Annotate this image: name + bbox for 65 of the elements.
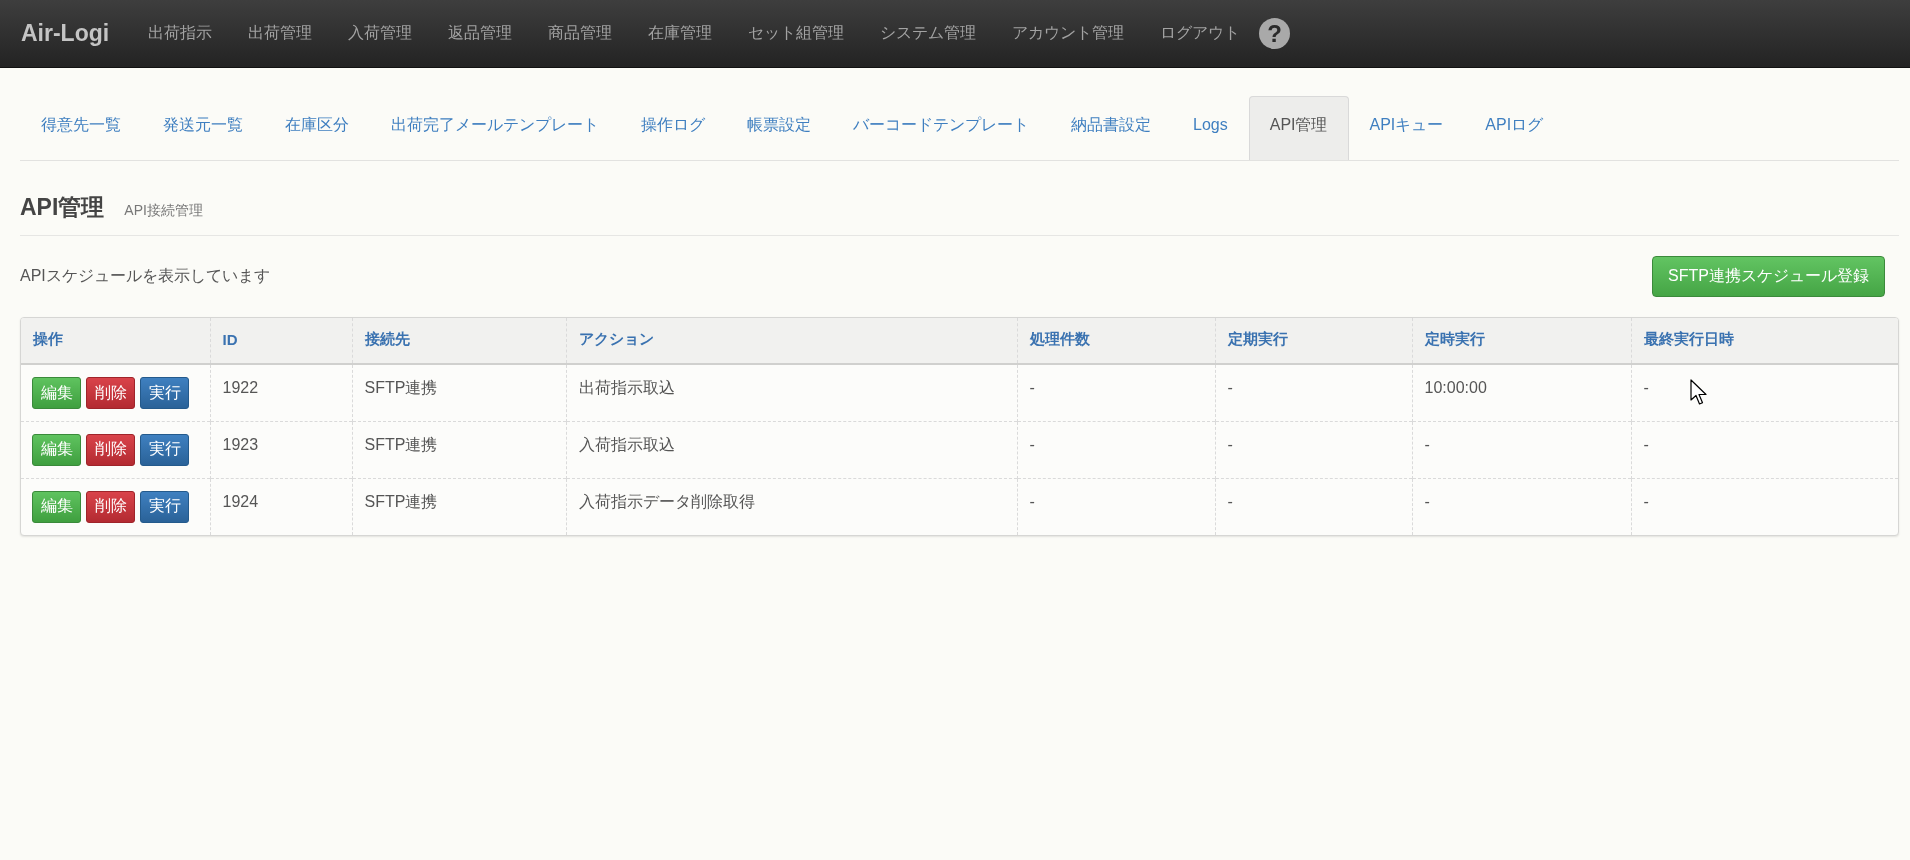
table-cell: SFTP連携 xyxy=(352,421,566,478)
delete-button[interactable]: 削除 xyxy=(86,490,135,523)
table-cell: - xyxy=(1631,421,1898,478)
table-cell: - xyxy=(1017,364,1215,421)
tab[interactable]: API管理 xyxy=(1248,96,1349,160)
tab[interactable]: APIログ xyxy=(1464,96,1565,160)
nav-link[interactable]: アカウント管理 xyxy=(994,23,1143,44)
nav-link[interactable]: 出荷管理 xyxy=(230,23,331,44)
tab[interactable]: 納品書設定 xyxy=(1050,96,1172,160)
table-cell: 出荷指示取込 xyxy=(566,364,1017,421)
column-header: アクション xyxy=(566,318,1017,364)
page-subtitle: API接続管理 xyxy=(124,202,203,220)
table-cell: SFTP連携 xyxy=(352,364,566,421)
help-button[interactable]: ? xyxy=(1259,18,1291,49)
column-header: 処理件数 xyxy=(1017,318,1215,364)
nav-link[interactable]: 出荷指示 xyxy=(130,23,231,44)
delete-button[interactable]: 削除 xyxy=(86,377,135,409)
table-cell: 1922 xyxy=(210,364,352,421)
nav-link[interactable]: 在庫管理 xyxy=(630,23,731,44)
tab[interactable]: 得意先一覧 xyxy=(20,96,142,160)
table-cell: SFTP連携 xyxy=(352,478,566,535)
run-button[interactable]: 実行 xyxy=(140,490,189,523)
nav-link[interactable]: 商品管理 xyxy=(530,23,631,44)
mouse-pointer-icon xyxy=(1690,379,1708,406)
column-header: 定時実行 xyxy=(1412,318,1631,364)
column-header: ID xyxy=(210,318,352,364)
tab[interactable]: 発送元一覧 xyxy=(142,96,264,160)
table-cell: - xyxy=(1017,421,1215,478)
table-cell: 1923 xyxy=(210,421,352,478)
table-cell: 入荷指示取込 xyxy=(566,421,1017,478)
nav-link[interactable]: 返品管理 xyxy=(430,23,531,44)
brand-logo[interactable]: Air-Logi xyxy=(21,20,110,47)
nav-link[interactable]: システム管理 xyxy=(862,23,995,44)
nav-link[interactable]: セット組管理 xyxy=(730,23,863,44)
table-cell: - xyxy=(1215,421,1412,478)
edit-button[interactable]: 編集 xyxy=(32,377,81,409)
run-button[interactable]: 実行 xyxy=(140,433,189,466)
nav-link[interactable]: 入荷管理 xyxy=(330,23,431,44)
table-cell: - xyxy=(1215,478,1412,535)
table-cell: - xyxy=(1017,478,1215,535)
table-cell: - xyxy=(1412,478,1631,535)
table-cell: - xyxy=(1215,364,1412,421)
info-text: APIスケジュールを表示しています xyxy=(20,266,270,286)
tab[interactable]: 在庫区分 xyxy=(264,96,370,160)
tab[interactable]: バーコードテンプレート xyxy=(832,96,1050,160)
column-header: 最終実行日時 xyxy=(1631,318,1898,364)
nav-link[interactable]: ログアウト xyxy=(1142,23,1259,44)
edit-button[interactable]: 編集 xyxy=(32,490,81,523)
page-title: API管理 xyxy=(20,193,105,221)
delete-button[interactable]: 削除 xyxy=(86,433,135,466)
tab[interactable]: APIキュー xyxy=(1348,96,1465,160)
table-cell: 1924 xyxy=(210,478,352,535)
run-button[interactable]: 実行 xyxy=(140,377,189,409)
tab[interactable]: 操作ログ xyxy=(620,96,726,160)
edit-button[interactable]: 編集 xyxy=(32,433,81,466)
table-cell: 入荷指示データ削除取得 xyxy=(566,478,1017,535)
column-header: 定期実行 xyxy=(1215,318,1412,364)
tab[interactable]: Logs xyxy=(1172,96,1249,160)
table-cell: - xyxy=(1412,421,1631,478)
tab[interactable]: 出荷完了メールテンプレート xyxy=(370,96,620,160)
table-cell: - xyxy=(1631,478,1898,535)
column-header: 操作 xyxy=(21,318,210,364)
column-header: 接続先 xyxy=(352,318,566,364)
table-cell: 10:00:00 xyxy=(1412,364,1631,421)
tab[interactable]: 帳票設定 xyxy=(726,96,832,160)
